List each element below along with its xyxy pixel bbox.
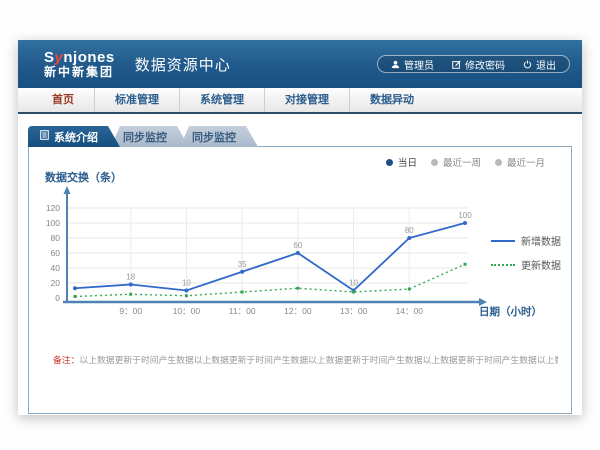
svg-text:35: 35 xyxy=(238,260,247,269)
radio-dot-icon xyxy=(386,159,393,166)
nav-item-system-mgmt[interactable]: 系统管理 xyxy=(179,88,264,112)
tab-sync-monitor-1-label: 同步监控 xyxy=(123,129,167,145)
logo-text-en: Synjones xyxy=(44,50,115,66)
app-window: Synjones 新中新集团 数据资源中心 管理员 修改密码 退出 xyxy=(18,40,582,415)
change-password-button[interactable]: 修改密码 xyxy=(443,57,514,72)
svg-text:120: 120 xyxy=(46,203,60,213)
tab-sync-monitor-2[interactable]: 同步监控 xyxy=(180,126,258,147)
logo-text-cn: 新中新集团 xyxy=(44,66,115,79)
nav-item-standard-mgmt[interactable]: 标准管理 xyxy=(94,88,179,112)
svg-text:20: 20 xyxy=(51,278,61,288)
svg-text:10: 10 xyxy=(182,279,191,288)
svg-text:0: 0 xyxy=(55,293,60,303)
svg-text:100: 100 xyxy=(458,211,472,220)
nav-item-data-change[interactable]: 数据异动 xyxy=(349,88,434,112)
svg-text:80: 80 xyxy=(405,226,414,235)
admin-user-button[interactable]: 管理员 xyxy=(382,57,443,72)
radio-today[interactable]: 当日 xyxy=(386,155,417,169)
power-icon xyxy=(523,60,532,69)
svg-text:11：00: 11：00 xyxy=(229,306,256,316)
legend-update-data-label: 更新数据 xyxy=(521,257,561,272)
svg-text:18: 18 xyxy=(126,273,135,282)
svg-text:12：00: 12：00 xyxy=(284,306,312,316)
footnote-prefix: 备注： xyxy=(53,355,79,365)
legend-new-data[interactable]: 新增数据 xyxy=(491,233,561,248)
document-icon xyxy=(40,130,49,143)
change-password-label: 修改密码 xyxy=(465,57,505,72)
logout-label: 退出 xyxy=(536,57,556,72)
edit-icon xyxy=(452,60,461,69)
radio-dot-icon xyxy=(431,159,438,166)
time-range-filter: 当日 最近一周 最近一月 xyxy=(386,155,545,169)
svg-text:10：00: 10：00 xyxy=(173,306,201,316)
svg-text:14：00: 14：00 xyxy=(396,306,424,316)
svg-text:80: 80 xyxy=(51,233,61,243)
svg-text:40: 40 xyxy=(51,263,61,273)
dotted-line-swatch-icon xyxy=(491,264,515,266)
content-tabs: 系统介绍 同步监控 同步监控 xyxy=(28,126,258,147)
tab-sync-monitor-1[interactable]: 同步监控 xyxy=(111,126,189,147)
legend-update-data[interactable]: 更新数据 xyxy=(491,257,561,272)
tab-sync-monitor-2-label: 同步监控 xyxy=(192,129,236,145)
app-header: Synjones 新中新集团 数据资源中心 管理员 修改密码 退出 xyxy=(18,40,582,88)
radio-today-label: 当日 xyxy=(398,155,417,169)
nav-item-home[interactable]: 首页 xyxy=(32,88,94,112)
main-nav: 首页 标准管理 系统管理 对接管理 数据异动 xyxy=(18,88,582,114)
footnote-text: 以上数据更新于时间产生数据以上数据更新于时间产生数据以上数据更新于时间产生数据以… xyxy=(79,355,558,365)
tab-system-intro-label: 系统介绍 xyxy=(54,129,98,145)
svg-text:日期（小时）: 日期（小时） xyxy=(479,305,542,318)
admin-user-label: 管理员 xyxy=(404,57,434,72)
svg-text:9：00: 9：00 xyxy=(119,306,142,316)
legend-new-data-label: 新增数据 xyxy=(521,233,561,248)
solid-line-swatch-icon xyxy=(491,240,515,242)
page-title: 数据资源中心 xyxy=(135,54,231,75)
svg-text:10: 10 xyxy=(349,279,358,288)
radio-dot-icon xyxy=(495,159,502,166)
svg-text:100: 100 xyxy=(46,218,60,228)
svg-text:60: 60 xyxy=(293,241,302,250)
svg-text:60: 60 xyxy=(51,248,61,258)
chart-legend: 新增数据 更新数据 xyxy=(491,233,561,281)
radio-last-week-label: 最近一周 xyxy=(443,155,481,169)
logout-button[interactable]: 退出 xyxy=(514,57,565,72)
user-icon xyxy=(391,60,400,69)
radio-last-week[interactable]: 最近一周 xyxy=(431,155,481,169)
radio-last-month[interactable]: 最近一月 xyxy=(495,155,545,169)
line-chart: 0 20 40 60 80 100 120 9：00 10：00 11：00 12：00 13：00 1… xyxy=(29,183,569,331)
svg-text:13：00: 13：00 xyxy=(340,306,368,316)
nav-item-interface-mgmt[interactable]: 对接管理 xyxy=(264,88,349,112)
tab-system-intro[interactable]: 系统介绍 xyxy=(28,126,120,147)
footnote: 备注：以上数据更新于时间产生数据以上数据更新于时间产生数据以上数据更新于时间产生… xyxy=(53,353,558,366)
user-toolbar: 管理员 修改密码 退出 xyxy=(377,55,570,73)
chart-panel: 当日 最近一周 最近一月 数据交换（条） 0204060801001209：00… xyxy=(28,146,572,414)
company-logo: Synjones 新中新集团 xyxy=(44,50,115,78)
radio-last-month-label: 最近一月 xyxy=(507,155,545,169)
